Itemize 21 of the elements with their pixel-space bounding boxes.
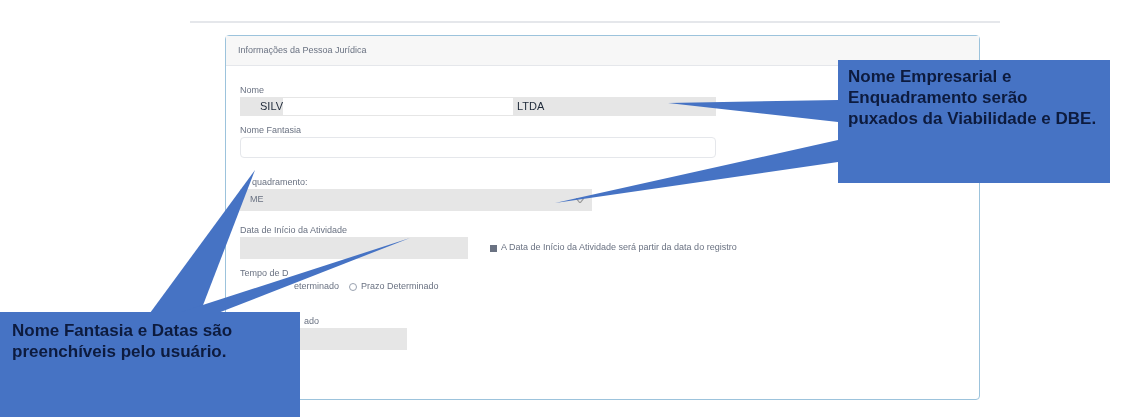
select-value: ME [250,193,264,207]
radio-label: Prazo Determinado [361,280,439,294]
field-label: quadramento: [252,176,308,189]
field-value: SILV [260,99,284,115]
field-label: Tempo de D [240,267,289,280]
field-label: Data de Início da Atividade [240,224,348,237]
field-label: ado [304,315,320,328]
caret-icon [576,197,584,203]
input-field[interactable] [300,328,407,350]
field-label: Nome Fantasia [240,124,302,137]
radio-label: eterminado [294,280,340,294]
radio-button[interactable] [349,283,358,291]
date-field[interactable] [240,237,468,259]
checkbox[interactable] [490,244,497,252]
callout-box: Nome Empresarial e Enquadramento serão puxados da Viabilidade e DBE. [838,60,1110,183]
field-label: Nome [240,84,264,97]
checkbox-label: A Data de Início da Atividade será partir da data do registro [501,241,737,255]
field-value: LTDA [517,99,545,115]
panel-title: Informações da Pessoa Jurídica [238,43,367,57]
framework-select[interactable]: ME [240,189,592,211]
trade-name-field[interactable] [240,137,716,158]
